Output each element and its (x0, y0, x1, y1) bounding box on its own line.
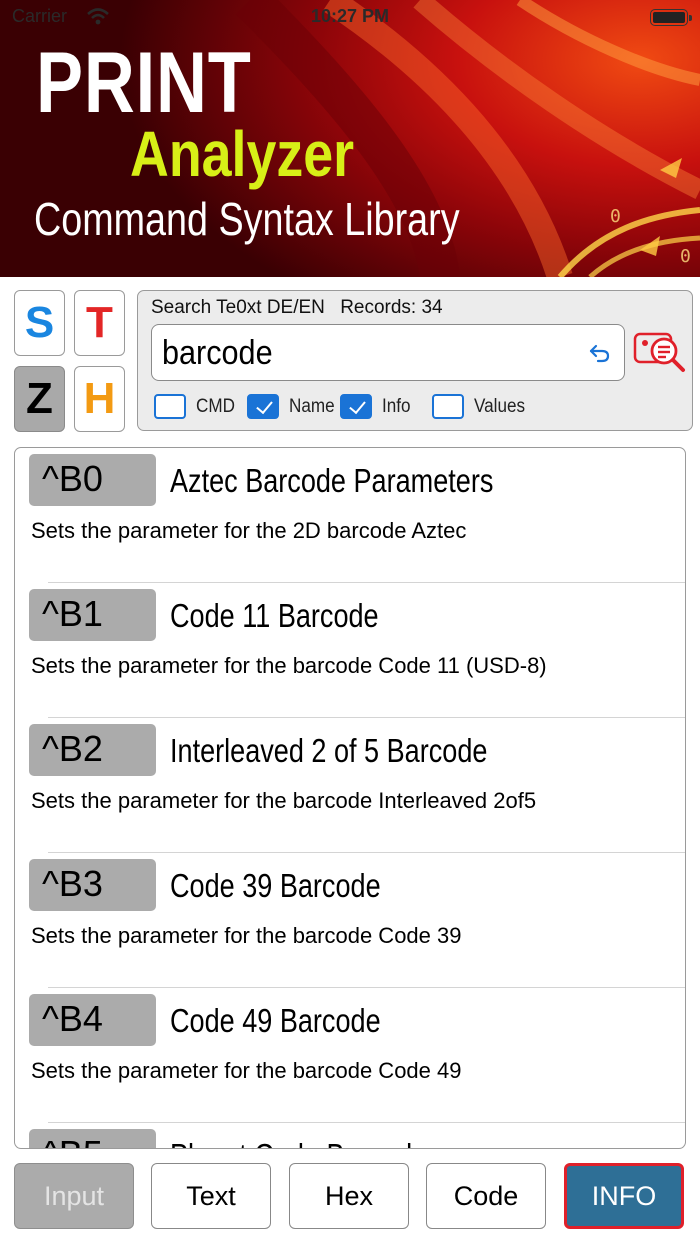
command-name: Planet Code Barcode (170, 1137, 427, 1148)
results-list[interactable]: ^B0 Aztec Barcode Parameters Sets the pa… (14, 447, 686, 1149)
search-panel: Search Te0xt DE/EN Records: 34 CMD Name … (137, 290, 693, 431)
list-item[interactable]: ^B5 Planet Code Barcode (15, 1123, 685, 1148)
mode-button-s[interactable]: S (14, 290, 65, 356)
filter-values-checkbox[interactable] (432, 394, 464, 419)
filter-cmd[interactable]: CMD (154, 394, 239, 419)
list-item[interactable]: ^B4 Code 49 Barcode Sets the parameter f… (15, 988, 685, 1123)
mode-letter-z: Z (26, 374, 53, 423)
battery-icon (650, 9, 692, 26)
app-tagline: Command Syntax Library (34, 193, 460, 245)
command-code: ^B3 (29, 859, 156, 911)
status-bar: Carrier 10:27 PM (0, 0, 700, 36)
filter-name[interactable]: Name (247, 394, 340, 419)
filter-name-checkbox[interactable] (247, 394, 279, 419)
list-item[interactable]: ^B0 Aztec Barcode Parameters Sets the pa… (15, 448, 685, 583)
mode-button-h[interactable]: H (74, 366, 125, 432)
search-analyze-icon[interactable] (632, 329, 688, 375)
command-code: ^B2 (29, 724, 156, 776)
command-description: Sets the parameter for the barcode Code … (31, 923, 462, 948)
text-button[interactable]: Text (151, 1163, 271, 1229)
search-field[interactable] (151, 324, 625, 381)
command-code: ^B5 (29, 1129, 156, 1148)
mode-letter-h: H (83, 374, 116, 423)
records-count: Records: 34 (340, 297, 443, 318)
command-code: ^B1 (29, 589, 156, 641)
clock: 10:27 PM (310, 6, 390, 26)
app-title: PRINT (36, 35, 252, 131)
list-item[interactable]: ^B3 Code 39 Barcode Sets the parameter f… (15, 853, 685, 988)
mode-letter-t: T (86, 298, 113, 347)
filter-values[interactable]: Values (432, 394, 531, 419)
hex-button[interactable]: Hex (289, 1163, 409, 1229)
header-banner: 0 0 Carrier 10:27 PM PRINT Analyzer Comm… (0, 0, 700, 277)
command-name: Interleaved 2 of 5 Barcode (170, 732, 488, 769)
mode-letter-s: S (24, 298, 55, 347)
mode-button-t[interactable]: T (74, 290, 125, 356)
command-description: Sets the parameter for the barcode Code … (31, 1058, 462, 1083)
input-button[interactable]: Input (14, 1163, 134, 1229)
command-description: Sets the parameter for the barcode Inter… (31, 788, 537, 813)
command-description: Sets the parameter for the 2D barcode Az… (31, 518, 467, 543)
app-subtitle: Analyzer (130, 118, 355, 190)
command-code: ^B0 (29, 454, 156, 506)
filter-cmd-checkbox[interactable] (154, 394, 186, 419)
filter-info-label: Info (382, 395, 411, 417)
list-item[interactable]: ^B1 Code 11 Barcode Sets the parameter f… (15, 583, 685, 718)
svg-text:0: 0 (610, 206, 621, 227)
undo-icon[interactable] (588, 341, 612, 365)
filter-info[interactable]: Info (340, 394, 414, 419)
command-description: Sets the parameter for the barcode Code … (31, 653, 547, 678)
command-name: Aztec Barcode Parameters (170, 462, 494, 499)
list-item[interactable]: ^B2 Interleaved 2 of 5 Barcode Sets the … (15, 718, 685, 853)
search-label: Search Te0xt DE/EN (151, 297, 325, 318)
filter-info-checkbox[interactable] (340, 394, 372, 419)
mode-button-z[interactable]: Z (14, 366, 65, 432)
command-name: Code 39 Barcode (170, 867, 381, 904)
code-button[interactable]: Code (426, 1163, 546, 1229)
command-name: Code 49 Barcode (170, 1002, 381, 1039)
svg-text:0: 0 (680, 246, 691, 267)
filter-cmd-label: CMD (196, 395, 235, 417)
search-info: Search Te0xt DE/EN Records: 34 (151, 297, 453, 319)
filter-values-label: Values (474, 395, 526, 417)
filter-name-label: Name (289, 395, 335, 417)
command-name: Code 11 Barcode (170, 597, 379, 634)
command-code: ^B4 (29, 994, 156, 1046)
info-button[interactable]: INFO (564, 1163, 684, 1229)
search-input[interactable] (162, 333, 531, 373)
